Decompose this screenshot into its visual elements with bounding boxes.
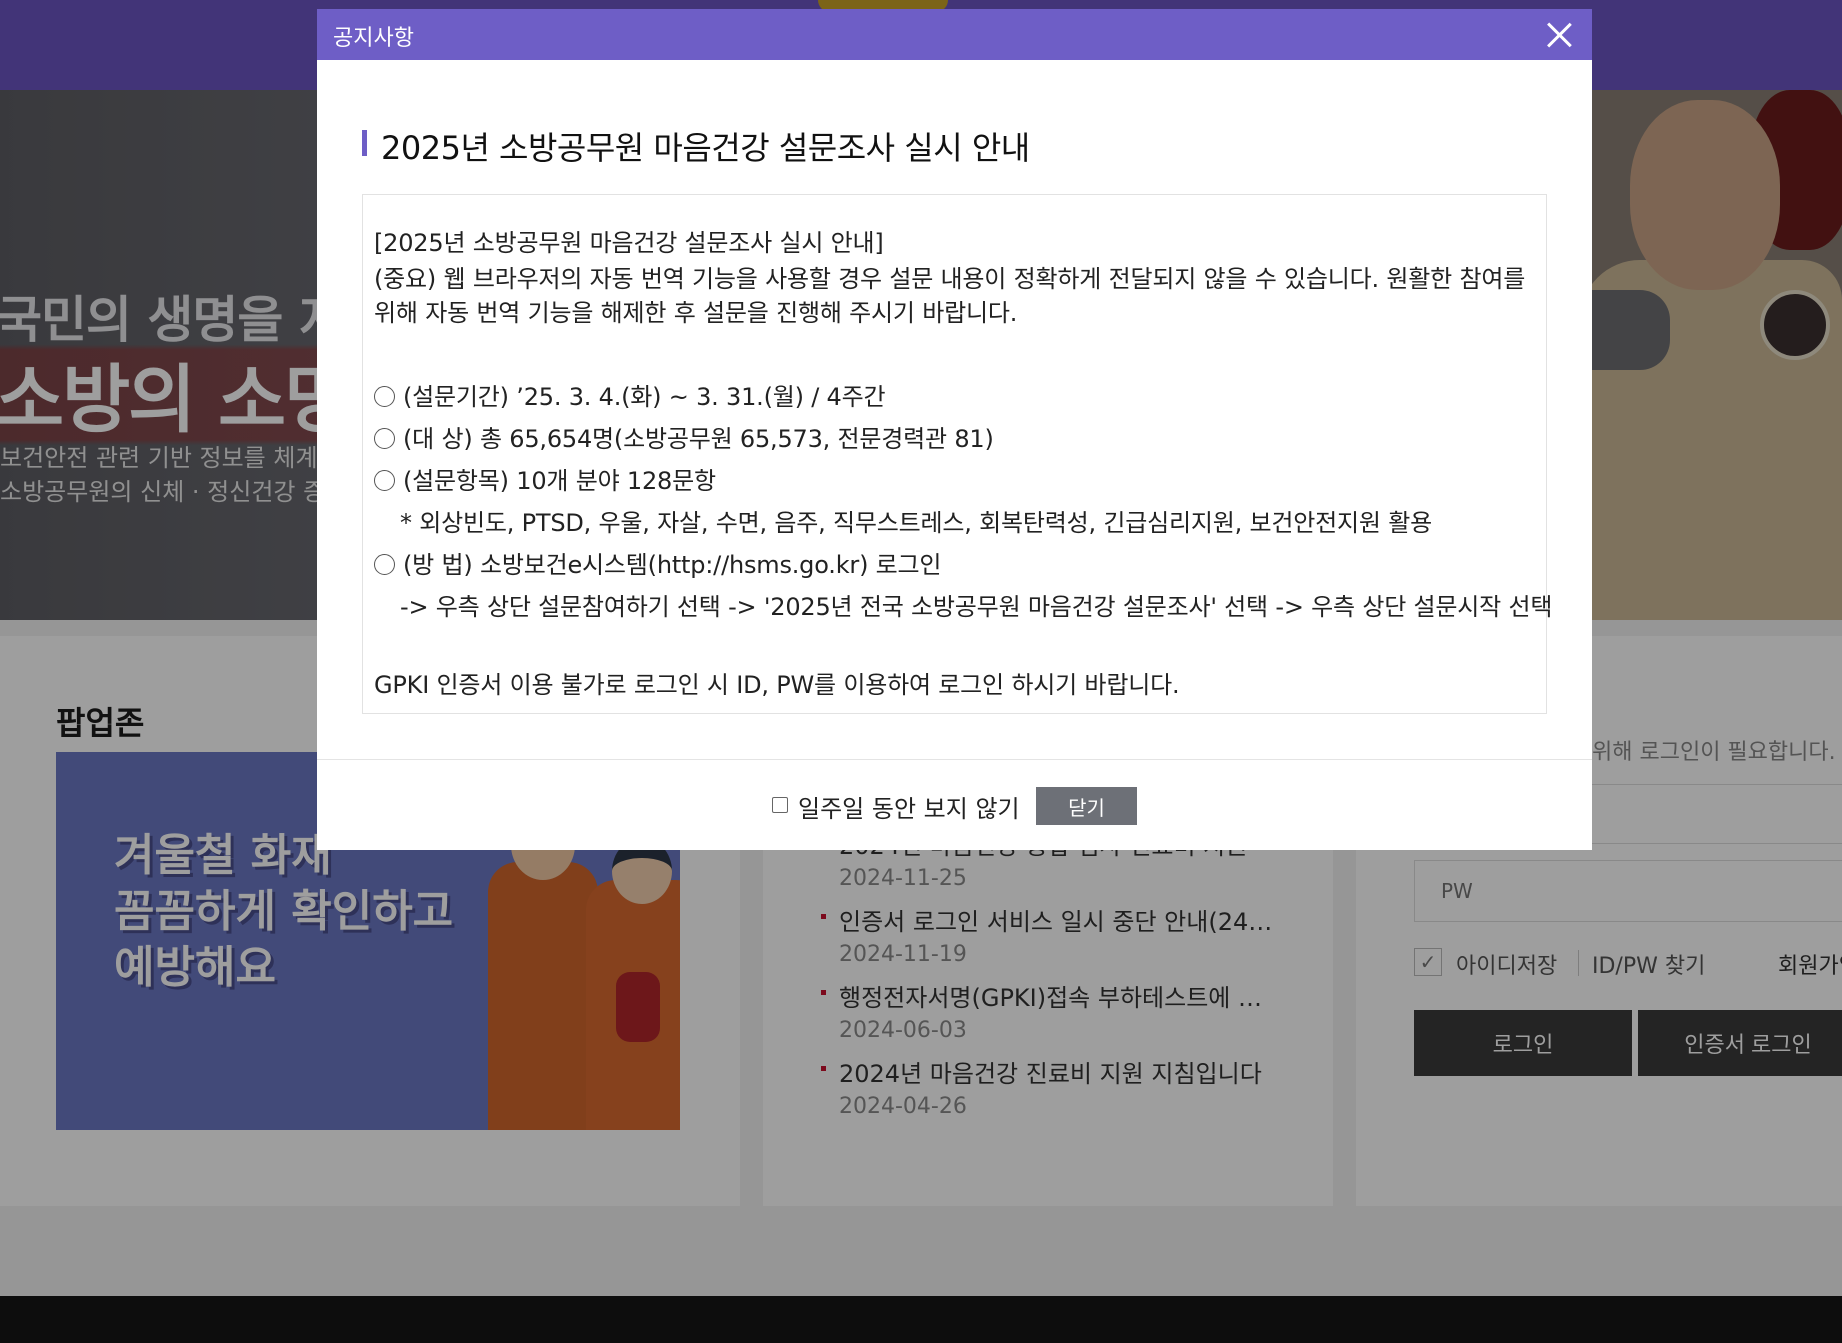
notice-important-1: (중요) 웹 브라우저의 자동 번역 기능을 사용할 경우 설문 내용이 정확하… — [374, 265, 1526, 293]
notice-method: (방 법) 소방보건e시스템(http://hsms.go.kr) 로그인 — [403, 551, 942, 579]
radio-icon — [374, 554, 395, 575]
notice-target: (대 상) 총 65,654명(소방공무원 65,573, 전문경력관 81) — [403, 425, 994, 453]
modal-title: 공지사항 — [333, 26, 414, 51]
radio-icon — [374, 386, 395, 407]
modal-header: 공지사항 — [317, 9, 1592, 60]
notice-items: (설문항목) 10개 분야 128문항 — [403, 467, 716, 495]
close-button[interactable]: 닫기 — [1036, 787, 1137, 825]
hide-week-label[interactable]: 일주일 동안 보지 않기 — [798, 789, 1020, 824]
notice-important-2: 위해 자동 번역 기능을 해제한 후 설문을 진행해 주시기 바랍니다. — [374, 299, 1018, 327]
close-icon[interactable] — [1541, 17, 1577, 53]
notice-title: 2025년 소방공무원 마음건강 설문조사 실시 안내 — [381, 129, 1030, 167]
radio-icon — [374, 428, 395, 449]
notice-modal: 공지사항 2025년 소방공무원 마음건강 설문조사 실시 안내 [2025년 … — [317, 9, 1592, 850]
title-accent-bar — [362, 130, 367, 156]
notice-gpki: GPKI 인증서 이용 불가로 로그인 시 ID, PW를 이용하여 로그인 하… — [374, 671, 1180, 699]
radio-icon — [374, 470, 395, 491]
modal-divider — [317, 759, 1592, 760]
hide-week-checkbox[interactable] — [772, 797, 788, 813]
notice-method-detail: -> 우측 상단 설문참여하기 선택 -> '2025년 전국 소방공무원 마음… — [400, 593, 1553, 621]
notice-content: [2025년 소방공무원 마음건강 설문조사 실시 안내] (중요) 웹 브라우… — [362, 194, 1552, 714]
notice-heading: [2025년 소방공무원 마음건강 설문조사 실시 안내] — [374, 229, 884, 257]
notice-items-detail: * 외상빈도, PTSD, 우울, 자살, 수면, 음주, 직무스트레스, 회복… — [400, 509, 1432, 537]
notice-period: (설문기간) ’25. 3. 4.(화) ~ 3. 31.(월) / 4주간 — [403, 383, 886, 411]
